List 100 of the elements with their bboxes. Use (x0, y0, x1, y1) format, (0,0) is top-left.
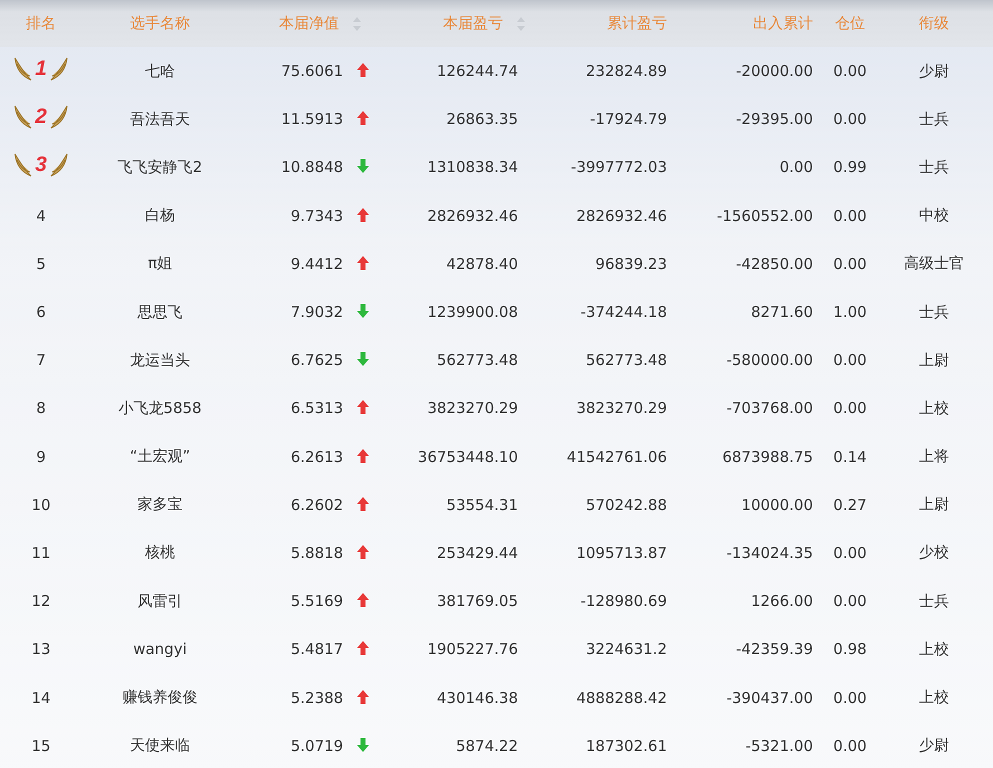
net-value: 6.7625 (290, 351, 344, 370)
wing-icon (48, 56, 69, 82)
wing-icon (48, 104, 69, 130)
net-value: 5.0719 (290, 736, 344, 755)
flow-value: -1560552.00 (716, 206, 813, 225)
total-profit-value: 96839.23 (595, 254, 667, 273)
profit-value: 42878.40 (446, 254, 518, 273)
player-name: π姐 (148, 254, 172, 272)
profit-value: 430146.38 (436, 688, 518, 707)
profit-value: 381769.05 (436, 592, 518, 610)
total-profit-value: -3997772.03 (570, 158, 667, 176)
position-value: 0.00 (833, 688, 867, 707)
profit-value: 2826932.46 (427, 206, 518, 225)
rank-title: 士兵 (919, 592, 949, 610)
net-value: 6.5313 (290, 399, 344, 418)
net-value: 10.8848 (281, 158, 344, 176)
position-value: 0.00 (833, 736, 867, 755)
profit-value: 1310838.34 (427, 158, 518, 176)
profit-value: 562773.48 (436, 351, 518, 370)
column-header: 出入累计 (753, 14, 813, 32)
flow-value: -580000.00 (726, 351, 813, 370)
position-value: 0.00 (833, 110, 867, 128)
profit-value: 26863.35 (446, 110, 518, 128)
player-name: 思思飞 (138, 302, 182, 321)
wing-icon (48, 152, 69, 178)
wing-icon (13, 56, 34, 82)
player-name: “土宏观” (130, 447, 190, 466)
net-value: 7.9032 (290, 303, 344, 322)
position-value: 0.00 (833, 351, 867, 370)
flow-value: -42359.39 (736, 640, 813, 658)
position-value: 0.00 (833, 62, 867, 80)
net-value: 6.2613 (290, 448, 344, 466)
rank-number: 8 (36, 399, 46, 418)
column-header: 累计盈亏 (607, 14, 667, 32)
rank-number: 6 (36, 303, 46, 322)
total-profit-value: -374244.18 (580, 303, 667, 322)
total-profit-value: 4888288.42 (576, 688, 667, 707)
rank-title: 上尉 (919, 495, 949, 514)
player-name: 龙运当头 (130, 350, 190, 369)
profit-value: 253429.44 (436, 544, 518, 562)
rank-title: 少校 (919, 543, 949, 562)
profit-value: 5874.22 (456, 736, 518, 755)
rank-title: 士兵 (919, 110, 949, 128)
flow-value: 1266.00 (750, 592, 813, 610)
profit-value: 1905227.76 (427, 640, 518, 658)
net-value: 9.7343 (290, 206, 344, 225)
rank-title: 上将 (919, 447, 949, 466)
column-header[interactable]: 本届净值 (279, 14, 340, 32)
flow-value: -5321.00 (746, 736, 813, 755)
player-name: 核桃 (145, 543, 175, 562)
rank-number: 7 (36, 351, 46, 370)
rank-number: 9 (36, 448, 46, 466)
rank-number: 1 (34, 57, 48, 82)
profit-value: 3823270.29 (427, 399, 518, 418)
rank-title: 少尉 (919, 62, 949, 80)
sort-icon[interactable] (352, 16, 362, 32)
position-value: 0.00 (833, 399, 867, 418)
net-value: 11.5913 (281, 110, 344, 128)
rank-number: 15 (31, 736, 51, 755)
rank-title: 士兵 (919, 158, 949, 176)
flow-value: 8271.60 (750, 303, 813, 322)
total-profit-value: -128980.69 (580, 592, 667, 610)
player-name: 风雷引 (138, 592, 182, 610)
column-header: 仓位 (835, 14, 865, 32)
flow-value: -390437.00 (726, 688, 813, 707)
flow-value: -42850.00 (736, 254, 813, 273)
player-name: 白杨 (145, 206, 175, 224)
net-value: 5.8818 (290, 544, 344, 562)
player-name: 小飞龙5858 (118, 398, 202, 417)
rank-number: 3 (34, 153, 48, 178)
position-value: 0.00 (833, 254, 867, 273)
rank-title: 上校 (919, 640, 949, 658)
column-header: 排名 (26, 14, 56, 32)
column-header[interactable]: 本届盈亏 (443, 14, 504, 32)
player-name: 七哈 (145, 62, 175, 80)
player-name: 家多宝 (138, 495, 182, 514)
flow-value: -29395.00 (736, 110, 813, 128)
total-profit-value: 3823270.29 (576, 399, 667, 418)
flow-value: 0.00 (780, 158, 813, 176)
player-name: wangyi (133, 640, 187, 658)
profit-value: 126244.74 (436, 62, 518, 80)
sort-icon[interactable] (516, 16, 526, 32)
player-name: 飞飞安静飞2 (118, 158, 202, 176)
rank-title: 中校 (919, 206, 949, 224)
rank-title: 士兵 (919, 302, 949, 321)
position-value: 0.99 (833, 158, 867, 176)
total-profit-value: 187302.61 (586, 736, 667, 755)
flow-value: -134024.35 (726, 544, 813, 562)
position-value: 0.14 (833, 448, 867, 466)
rank-title: 上尉 (919, 350, 949, 369)
total-profit-value: 562773.48 (586, 351, 667, 370)
total-profit-value: 570242.88 (586, 496, 667, 514)
total-profit-value: 1095713.87 (576, 544, 667, 562)
player-name: 天使来临 (130, 736, 190, 754)
position-value: 0.00 (833, 544, 867, 562)
profit-value: 53554.31 (446, 496, 518, 514)
wing-icon (13, 152, 34, 178)
flow-value: -20000.00 (736, 62, 813, 80)
rank-number: 2 (34, 105, 48, 130)
net-value: 5.4817 (290, 640, 344, 658)
